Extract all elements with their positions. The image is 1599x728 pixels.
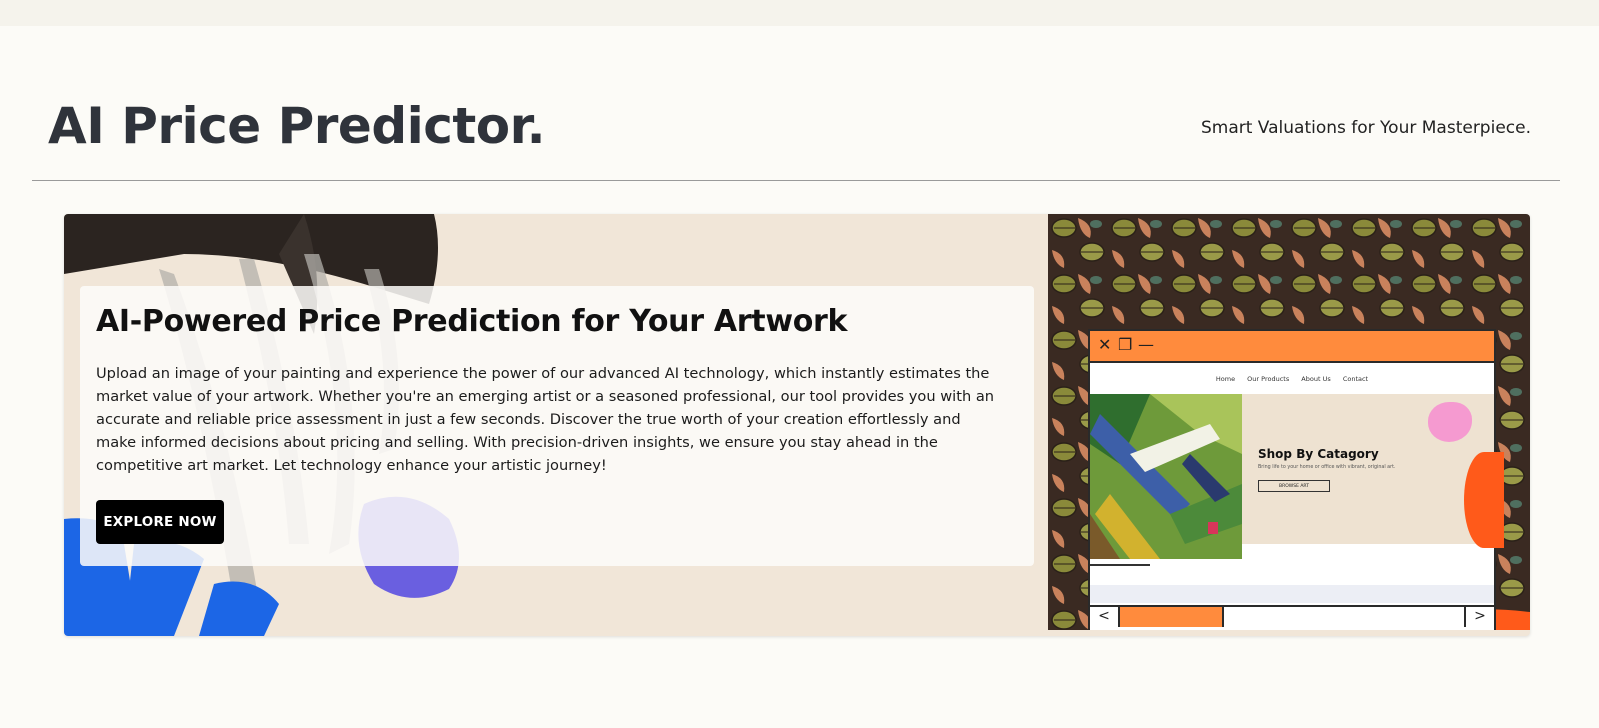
- mockup-orange-blob: [1464, 452, 1504, 548]
- mockup-hero: Shop By Catagory Bring life to your home…: [1090, 394, 1504, 559]
- mockup-browse-button: BROWSE ART: [1258, 480, 1330, 492]
- mockup-nav-home: Home: [1215, 375, 1236, 383]
- hero-description: Upload an image of your painting and exp…: [96, 365, 995, 474]
- page-tagline: Smart Valuations for Your Masterpiece.: [1200, 118, 1531, 138]
- mockup-nav-products: Our Products: [1247, 375, 1290, 383]
- close-icon: ✕: [1098, 335, 1112, 354]
- mockup-nav-about: About Us: [1301, 375, 1331, 383]
- mockup-heading: Shop By Catagory: [1258, 447, 1379, 461]
- mockup-nav: Home Our Products About Us Contact: [1090, 369, 1494, 389]
- mockup-next-arrow: >: [1464, 607, 1494, 627]
- explore-now-button[interactable]: EXPLORE NOW: [96, 500, 224, 544]
- mockup-prev-arrow: <: [1090, 607, 1120, 627]
- restore-icon: ❐: [1118, 335, 1133, 354]
- header-divider: [32, 180, 1560, 181]
- top-bar: [0, 0, 1599, 26]
- mockup-orange-bar: [1120, 607, 1224, 627]
- mockup-nav-contact: Contact: [1342, 375, 1369, 383]
- mockup-titlebar: ✕ ❐ —: [1090, 331, 1494, 363]
- mockup-browser-window: ✕ ❐ — Home Our Products About Us Contact: [1088, 329, 1504, 630]
- mockup-painting: [1090, 394, 1242, 559]
- page-title: AI Price Predictor.: [48, 97, 546, 155]
- hero-heading: AI-Powered Price Prediction for Your Art…: [96, 304, 848, 339]
- mockup-pink-blob: [1428, 402, 1472, 442]
- mockup-footer: < >: [1090, 605, 1494, 627]
- minimize-icon: —: [1138, 335, 1154, 354]
- hero-banner: AI-Powered Price Prediction for Your Art…: [64, 214, 1530, 636]
- mockup-progress-bar: [1090, 564, 1150, 566]
- hero-mockup-image: ✕ ❐ — Home Our Products About Us Contact: [1048, 214, 1530, 630]
- mockup-gray-band: [1090, 585, 1494, 603]
- mockup-subtext: Bring life to your home or office with v…: [1258, 465, 1396, 470]
